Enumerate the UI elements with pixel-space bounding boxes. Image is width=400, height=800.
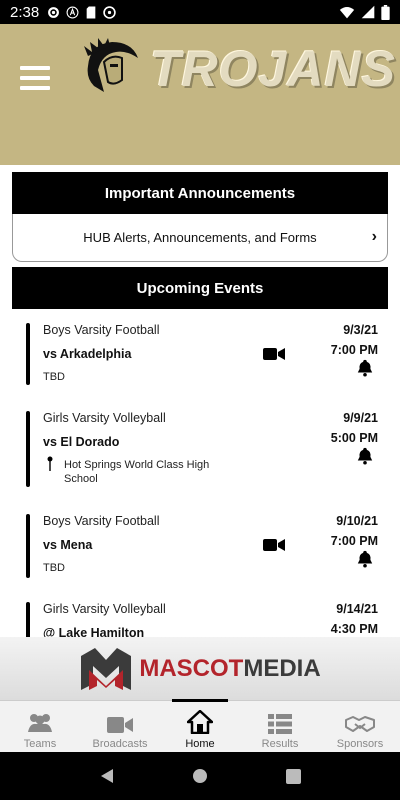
recents-icon[interactable] [286, 768, 302, 784]
event-item[interactable]: Girls Varsity Volleyball @ Lake Hamilton… [26, 602, 386, 637]
tab-results-label: Results [261, 738, 299, 750]
results-list-icon [268, 714, 292, 734]
mascot-media-m-icon [81, 647, 132, 690]
event-sport: Boys Varsity Football [43, 323, 160, 337]
event-opponent: vs Mena [43, 538, 93, 552]
tab-results[interactable]: Results [240, 701, 320, 752]
event-date: 9/10/21 [336, 514, 378, 528]
event-item[interactable]: Boys Varsity Football vs Arkadelphia TBD… [26, 323, 386, 393]
hub-alerts-label: HUB Alerts, Announcements, and Forms [83, 230, 317, 245]
vpn-icon [103, 5, 116, 19]
home-icon [187, 710, 213, 734]
tab-home-label: Home [185, 738, 215, 750]
event-date: 9/9/21 [343, 411, 378, 425]
back-icon[interactable] [99, 768, 115, 784]
bell-icon[interactable] [356, 359, 374, 377]
event-sport: Girls Varsity Volleyball [43, 602, 166, 616]
status-icons-left [47, 5, 116, 19]
event-time: 4:30 PM [330, 622, 378, 636]
chevron-right-icon: › [371, 228, 377, 245]
tab-teams-label: Teams [23, 738, 57, 750]
tab-broadcasts[interactable]: Broadcasts [80, 701, 160, 752]
sponsor-word-media: MEDIA [243, 654, 321, 682]
handshake-icon [345, 716, 375, 732]
hub-alerts-link[interactable]: HUB Alerts, Announcements, and Forms › [12, 214, 388, 262]
event-date: 9/14/21 [336, 602, 378, 616]
tab-sponsors[interactable]: Sponsors [320, 701, 400, 752]
status-time: 2:38 [10, 3, 40, 21]
tab-home[interactable]: Home [160, 699, 240, 752]
event-time: 7:00 PM [330, 534, 378, 548]
video-camera-icon[interactable] [263, 538, 285, 552]
battery-icon [381, 4, 390, 20]
event-time: 5:00 PM [330, 431, 378, 445]
event-location: TBD [43, 562, 65, 574]
teams-icon [28, 714, 52, 732]
event-sport: Boys Varsity Football [43, 514, 160, 528]
event-sport: Girls Varsity Volleyball [43, 411, 166, 425]
event-item[interactable]: Girls Varsity Volleyball vs El Dorado Ho… [26, 411, 386, 491]
nav-a-icon [66, 6, 79, 18]
app-header: TROJANS [0, 24, 400, 165]
tab-broadcasts-label: Broadcasts [92, 738, 148, 750]
main-content: Important Announcements HUB Alerts, Anno… [0, 165, 400, 637]
tab-teams[interactable]: Teams [0, 701, 80, 752]
home-circle-icon[interactable] [192, 768, 208, 784]
event-item[interactable]: Boys Varsity Football vs Mena TBD 9/10/2… [26, 514, 386, 584]
event-time: 7:00 PM [330, 343, 378, 357]
event-opponent: @ Lake Hamilton [43, 626, 145, 637]
event-opponent: vs Arkadelphia [43, 347, 132, 361]
signal-icon [361, 5, 375, 19]
brand-text: TROJANS [150, 41, 396, 97]
upcoming-events-title: Upcoming Events [12, 267, 388, 309]
sponsor-word-mascot: MASCOT [139, 654, 244, 682]
bell-icon[interactable] [356, 550, 374, 568]
status-bar: 2:38 [0, 0, 400, 24]
event-location: TBD [43, 371, 65, 383]
bell-icon[interactable] [356, 447, 374, 465]
event-location: Hot Springs World Class High School [64, 459, 210, 485]
system-nav-bar [0, 752, 400, 800]
bottom-tab-bar: Teams Broadcasts Home Results Sponsors [0, 699, 400, 752]
tab-sponsors-label: Sponsors [336, 738, 384, 750]
wifi-icon [339, 6, 355, 18]
sponsor-banner[interactable]: MASCOTMEDIA [0, 637, 400, 700]
announcements-title: Important Announcements [12, 172, 388, 214]
trojan-helmet-icon [84, 38, 138, 92]
video-camera-icon [107, 717, 133, 733]
event-date: 9/3/21 [343, 323, 378, 337]
location-pin-icon [47, 456, 53, 471]
settings-icon [48, 6, 60, 18]
status-icons-right [339, 4, 390, 20]
event-opponent: vs El Dorado [43, 435, 120, 449]
video-camera-icon[interactable] [263, 347, 285, 361]
sd-card-icon [86, 6, 96, 18]
hamburger-menu-icon[interactable] [20, 66, 50, 90]
